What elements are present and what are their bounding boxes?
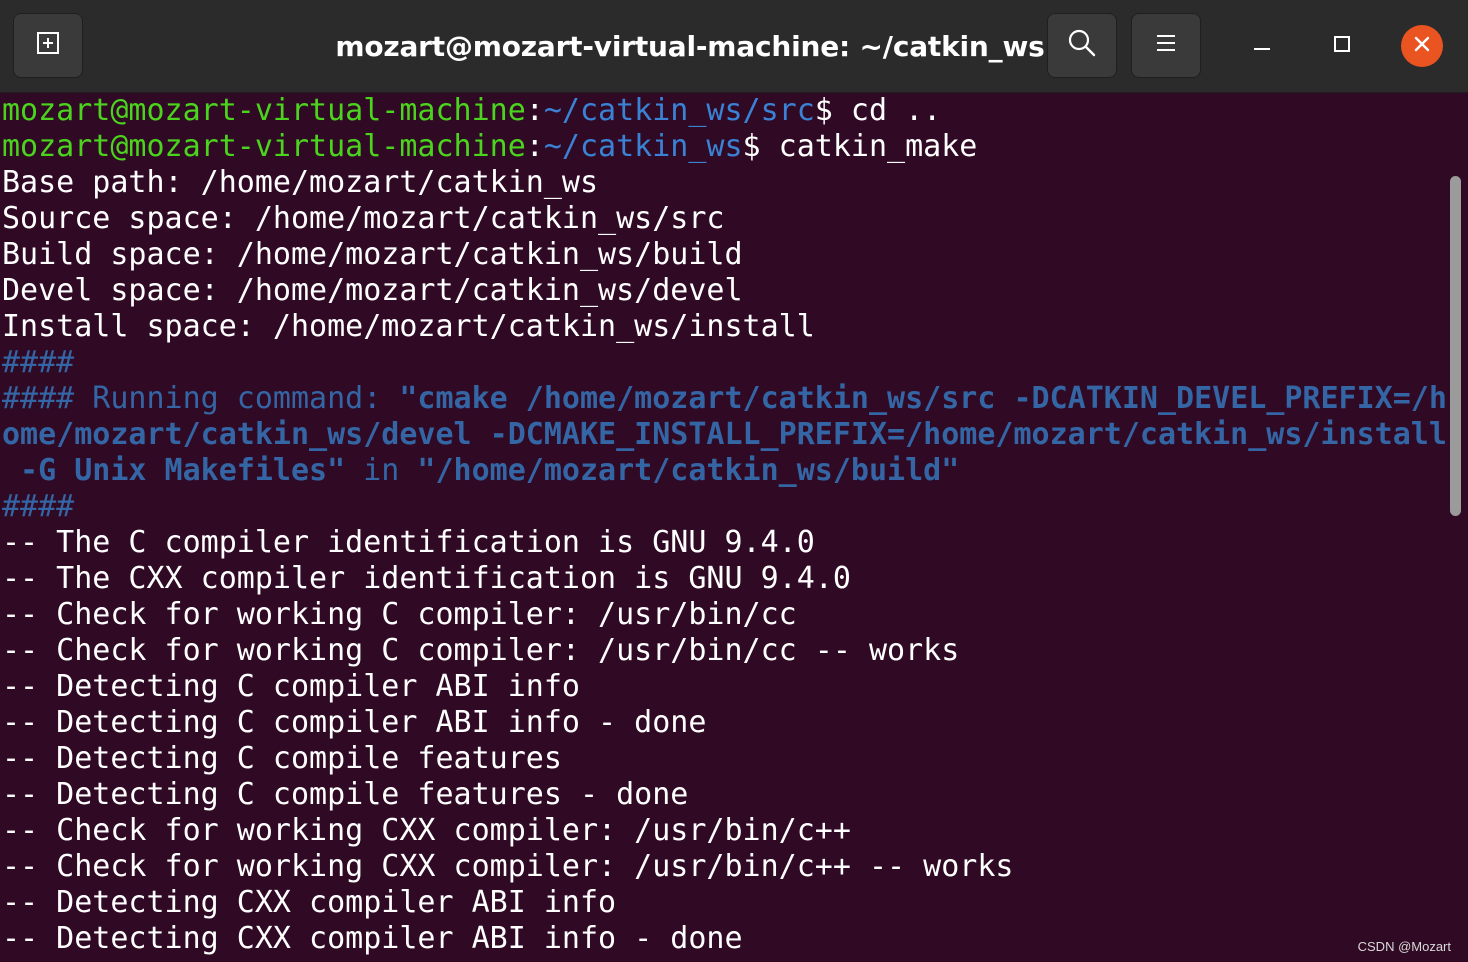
running-cmd-part3: -G Unix Makefiles"	[2, 453, 346, 488]
hash-line: ####	[2, 489, 75, 524]
output-line: -- Detecting C compiler ABI info	[2, 669, 580, 704]
running-command-line: #### Running command: "cmake /home/mozar…	[0, 381, 1446, 417]
minimize-icon	[1252, 34, 1272, 59]
close-button[interactable]	[1401, 25, 1443, 67]
minimize-button[interactable]	[1241, 25, 1283, 67]
close-icon	[1412, 34, 1432, 59]
hash-line: ####	[2, 345, 75, 380]
prompt-line: mozart@mozart-virtual-machine:~/catkin_w…	[0, 129, 1446, 165]
title-bar[interactable]: mozart@mozart-virtual-machine: ~/catkin_…	[0, 0, 1468, 93]
output-line: Devel space: /home/mozart/catkin_ws/deve…	[2, 273, 743, 308]
prompt-path: ~/catkin_ws/src	[543, 93, 815, 128]
new-tab-button[interactable]	[13, 13, 83, 78]
prompt-command: catkin_make	[778, 129, 978, 164]
output-line: -- Detecting CXX compiler ABI info - don…	[2, 921, 743, 956]
prompt-dollar: $	[814, 93, 851, 128]
output-line: -- The CXX compiler identification is GN…	[2, 561, 851, 596]
output-line: -- Check for working C compiler: /usr/bi…	[2, 597, 797, 632]
prompt-user: mozart@mozart-virtual-machine	[2, 93, 526, 128]
output-line: -- Check for working CXX compiler: /usr/…	[2, 813, 851, 848]
output-line: -- Detecting C compiler ABI info - done	[2, 705, 707, 740]
output-line: -- Check for working C compiler: /usr/bi…	[2, 633, 960, 668]
hamburger-menu-icon	[1154, 31, 1178, 60]
output-line: -- Detecting C compile features	[2, 741, 562, 776]
output-line: Build space: /home/mozart/catkin_ws/buil…	[2, 237, 743, 272]
output-line: Install space: /home/mozart/catkin_ws/in…	[2, 309, 815, 344]
running-command-line: -G Unix Makefiles" in "/home/mozart/catk…	[0, 453, 1446, 489]
prompt-separator: :	[525, 129, 544, 164]
terminal-output[interactable]: mozart@mozart-virtual-machine:~/catkin_w…	[0, 93, 1446, 962]
output-line: -- Check for working CXX compiler: /usr/…	[2, 849, 1014, 884]
output-line: -- The C compiler identification is GNU …	[2, 525, 815, 560]
running-prefix: #### Running command:	[2, 381, 400, 416]
watermark: CSDN @Mozart	[1357, 939, 1451, 954]
maximize-button[interactable]	[1321, 25, 1363, 67]
prompt-command: cd ..	[850, 93, 942, 128]
running-dir: "/home/mozart/catkin_ws/build"	[417, 453, 960, 488]
output-line: -- Detecting CXX compiler ABI info	[2, 885, 617, 920]
running-cmd-part2: ome/mozart/catkin_ws/devel -DCMAKE_INSTA…	[2, 417, 1446, 452]
maximize-icon	[1332, 34, 1352, 59]
search-icon	[1066, 27, 1098, 64]
output-line: -- Detecting C compile features - done	[2, 777, 689, 812]
window-title: mozart@mozart-virtual-machine: ~/catkin_…	[335, 30, 1045, 63]
prompt-separator: :	[525, 93, 544, 128]
output-line: Source space: /home/mozart/catkin_ws/src	[2, 201, 725, 236]
prompt-line: mozart@mozart-virtual-machine:~/catkin_w…	[0, 93, 1446, 129]
vertical-scrollbar[interactable]	[1450, 176, 1461, 516]
prompt-dollar: $	[742, 129, 779, 164]
menu-button[interactable]	[1131, 13, 1201, 78]
search-button[interactable]	[1047, 13, 1117, 78]
prompt-path: ~/catkin_ws	[543, 129, 743, 164]
prompt-user: mozart@mozart-virtual-machine	[2, 129, 526, 164]
terminal-window: mozart@mozart-virtual-machine: ~/catkin_…	[0, 0, 1468, 962]
running-cmd-part1: "cmake /home/mozart/catkin_ws/src -DCATK…	[399, 381, 1446, 416]
new-tab-icon	[33, 28, 63, 63]
output-line: Base path: /home/mozart/catkin_ws	[2, 165, 599, 200]
running-in: in	[345, 453, 418, 488]
